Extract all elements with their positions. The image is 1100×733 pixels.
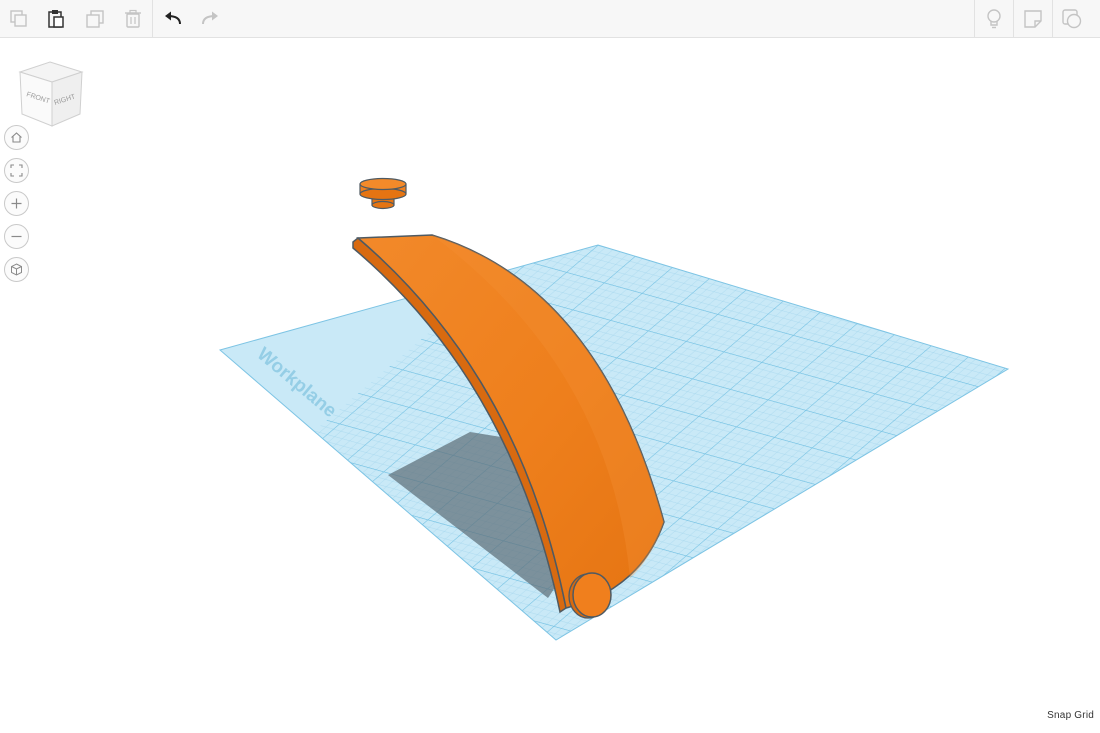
lightbulb-icon: [987, 9, 1001, 29]
fit-view-icon: [10, 164, 23, 177]
redo-icon: [202, 11, 218, 25]
fit-view-button[interactable]: [4, 158, 29, 183]
duplicate-icon: [86, 10, 104, 28]
notes-button[interactable]: [1014, 0, 1052, 38]
undo-button[interactable]: [154, 0, 192, 38]
delete-icon: [125, 9, 141, 28]
snap-grid-label[interactable]: Snap Grid: [1047, 710, 1094, 721]
paste-button[interactable]: [37, 0, 75, 38]
redo-button[interactable]: [191, 0, 229, 38]
shape-notes-icon: [1024, 10, 1042, 28]
undo-icon: [165, 11, 181, 25]
delete-button[interactable]: [114, 0, 152, 38]
3d-scene[interactable]: Workplane: [0, 38, 1100, 733]
zoom-in-button[interactable]: [4, 191, 29, 216]
home-view-button[interactable]: [4, 125, 29, 150]
duplicate-button[interactable]: [76, 0, 114, 38]
top-peg[interactable]: [359, 177, 407, 210]
zoom-in-icon: [11, 198, 22, 209]
home-icon: [11, 132, 22, 143]
copy-icon: [10, 10, 27, 27]
bottom-peg[interactable]: [568, 572, 612, 619]
toolbar-divider: [152, 0, 153, 38]
hint-button[interactable]: [975, 0, 1013, 38]
zoom-out-icon: [11, 235, 22, 238]
perspective-icon: [11, 263, 22, 276]
view-cube[interactable]: FRONT RIGHT: [14, 58, 86, 130]
design-viewport[interactable]: Workplane FRONT RIGHT Snap Grid: [0, 38, 1100, 733]
zoom-out-button[interactable]: [4, 224, 29, 249]
show-all-icon: [1062, 9, 1082, 29]
top-toolbar: [0, 0, 1100, 38]
show-all-button[interactable]: [1053, 0, 1091, 38]
perspective-button[interactable]: [4, 257, 29, 282]
copy-button[interactable]: [0, 0, 38, 38]
paste-icon: [48, 10, 64, 28]
